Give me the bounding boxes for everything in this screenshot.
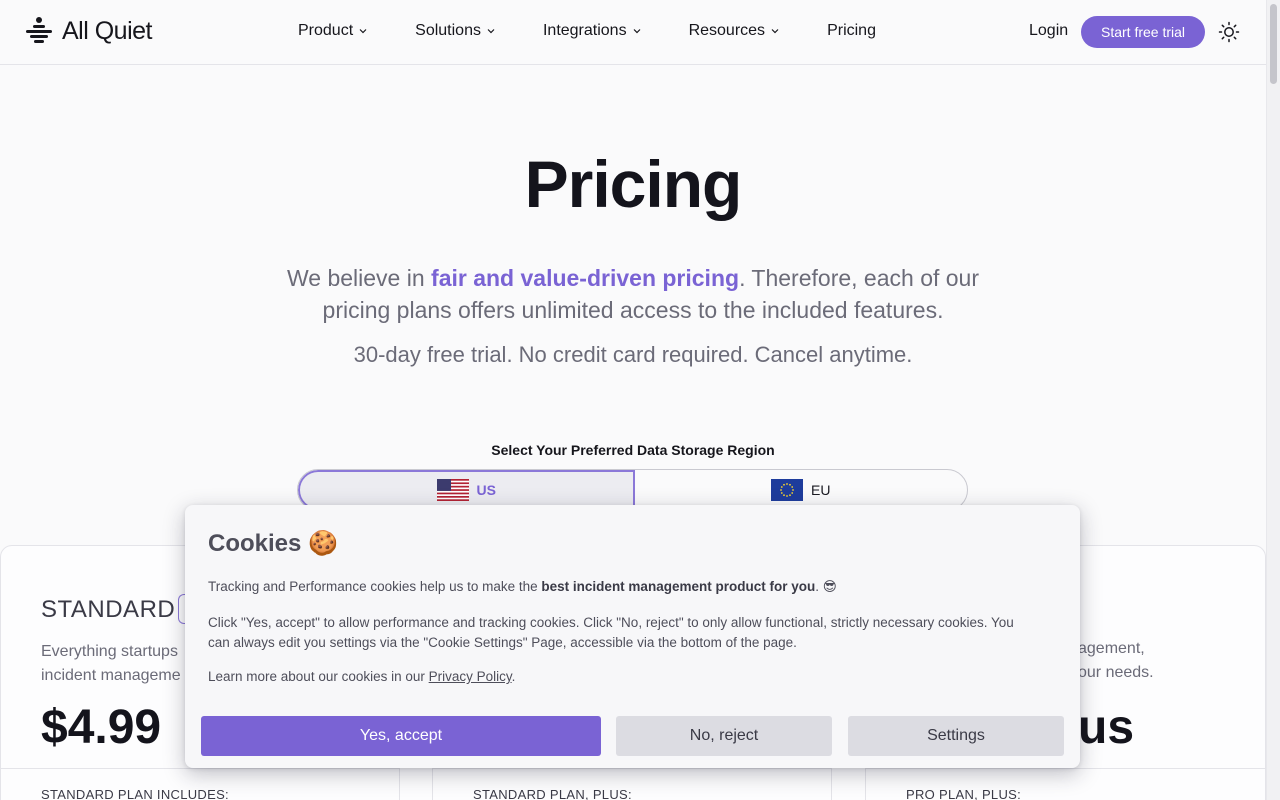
nav-pricing[interactable]: Pricing: [827, 22, 876, 40]
region-option-eu[interactable]: EU: [635, 470, 968, 510]
region-label: Select Your Preferred Data Storage Regio…: [491, 442, 775, 458]
hero-lead-highlight: fair and value-driven pricing: [431, 265, 740, 291]
chevron-down-icon: [359, 29, 367, 34]
site-header: All Quiet Product Solutions Integrations…: [0, 0, 1266, 65]
scrollbar-track[interactable]: [1266, 0, 1280, 800]
plan-plus-includes: STANDARD PLAN, PLUS:: [473, 787, 632, 800]
hero-subtitle: 30-day free trial. No credit card requir…: [353, 342, 913, 367]
plan-pro-price: us: [1078, 701, 1135, 754]
plan-standard-desc-line1: Everything startups: [41, 643, 178, 660]
plan-pro-desc-line1: agement,: [1078, 640, 1145, 657]
cookie-intro-bold: best incident management product for you: [541, 579, 816, 594]
region-option-eu-label: EU: [811, 482, 831, 498]
logo[interactable]: All Quiet: [24, 16, 152, 46]
sun-icon[interactable]: [1218, 21, 1240, 43]
nav-product[interactable]: Product: [298, 22, 367, 40]
eu-flag-icon: [771, 479, 804, 501]
logo-icon: [26, 17, 52, 43]
start-free-trial-button[interactable]: Start free trial: [1081, 16, 1205, 48]
cookie-modal-title: Cookies 🍪: [208, 530, 338, 557]
cookie-intro-prefix: Tracking and Performance cookies help us…: [208, 579, 542, 594]
cookie-modal-intro: Tracking and Performance cookies help us…: [208, 577, 1058, 597]
main-nav: Product Solutions Integrations Resources…: [298, 22, 876, 40]
chevron-down-icon: [487, 29, 495, 34]
us-flag-icon: [436, 479, 469, 501]
nav-resources-label: Resources: [688, 22, 766, 39]
chevron-down-icon: [633, 29, 641, 34]
plan-standard-name: STANDARD: [41, 596, 176, 623]
plan-pro-includes: PRO PLAN, PLUS:: [906, 787, 1022, 800]
cookie-policy-suffix: .: [511, 669, 516, 684]
hero-lead-prefix: We believe in: [286, 265, 432, 291]
nav-product-label: Product: [298, 22, 354, 39]
logo-text: All Quiet: [62, 16, 152, 45]
nav-solutions-label: Solutions: [415, 22, 481, 39]
region-option-us[interactable]: US: [298, 470, 635, 510]
cookie-modal: Cookies 🍪 Tracking and Performance cooki…: [185, 505, 1080, 768]
nav-integrations-label: Integrations: [542, 22, 627, 39]
plan-standard-desc: Everything startups incident manageme: [41, 640, 191, 688]
chevron-down-icon: [771, 29, 779, 34]
login-link[interactable]: Login: [1029, 22, 1068, 40]
cookie-settings-button[interactable]: Settings: [848, 716, 1064, 756]
cookie-modal-explanation: Click "Yes, accept" to allow performance…: [208, 615, 1014, 650]
cookie-policy-prefix: Learn more about our cookies in our: [208, 669, 429, 684]
plan-standard-price: $4.99: [41, 701, 162, 754]
nav-pricing-label: Pricing: [827, 22, 876, 39]
nav-integrations[interactable]: Integrations: [543, 22, 641, 40]
nav-resources[interactable]: Resources: [689, 22, 779, 40]
scrollbar-thumb[interactable]: [1270, 4, 1277, 84]
region-option-us-label: US: [476, 482, 496, 498]
plan-standard-desc-line2: incident manageme: [41, 667, 181, 684]
plan-standard-includes: STANDARD PLAN INCLUDES:: [41, 787, 229, 800]
plan-pro-desc-line2: our needs.: [1078, 664, 1154, 681]
cookie-intro-suffix: . 😎: [815, 579, 837, 594]
accept-cookies-button[interactable]: Yes, accept: [201, 716, 601, 756]
nav-solutions[interactable]: Solutions: [415, 22, 495, 40]
reject-cookies-button[interactable]: No, reject: [616, 716, 832, 756]
hero-lead: We believe in fair and value-driven pric…: [258, 262, 1008, 326]
cookie-modal-policy: Learn more about our cookies in our Priv…: [208, 669, 515, 684]
privacy-policy-link[interactable]: Privacy Policy: [429, 669, 512, 684]
page-title: Pricing: [524, 147, 743, 221]
